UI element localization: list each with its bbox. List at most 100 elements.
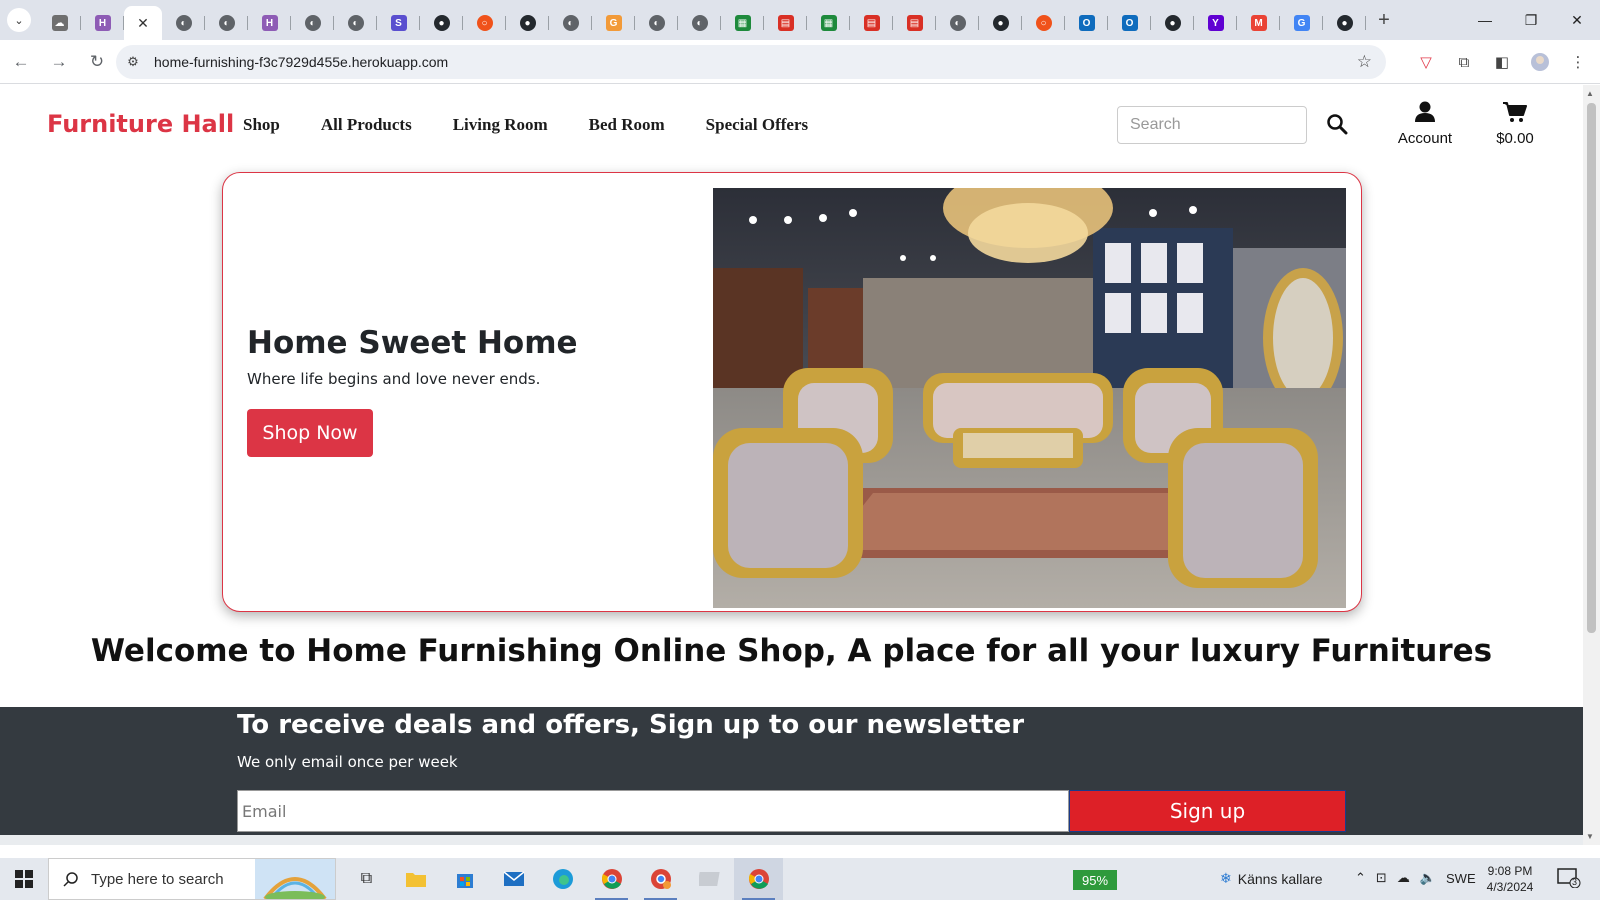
outlook-favicon: O: [1121, 15, 1138, 31]
scrollbar-thumb[interactable]: [1587, 103, 1596, 633]
globe-favicon: ◐: [304, 15, 321, 31]
chevron-up-icon[interactable]: ⌃: [1355, 870, 1366, 886]
browser-tab[interactable]: ◐: [334, 6, 377, 40]
browser-tab[interactable]: S: [377, 6, 420, 40]
side-panel-icon[interactable]: ◧: [1490, 50, 1514, 74]
tab-search-button[interactable]: ⌄: [0, 0, 38, 40]
browser-tab[interactable]: ◐: [291, 6, 334, 40]
github-favicon: ●: [433, 15, 450, 31]
edge-button[interactable]: [538, 858, 587, 900]
mail-button[interactable]: [489, 858, 538, 900]
start-button[interactable]: [0, 858, 48, 900]
taskbar-search-box[interactable]: Type here to search: [48, 858, 336, 900]
profile-avatar-icon[interactable]: [1528, 50, 1552, 74]
browser-tab[interactable]: ◐: [162, 6, 205, 40]
browser-tab[interactable]: ☁: [38, 6, 81, 40]
hero-title: Home Sweet Home: [247, 325, 578, 361]
store-button[interactable]: [440, 858, 489, 900]
shop-now-button[interactable]: Shop Now: [247, 409, 373, 457]
browser-tab[interactable]: ▤: [893, 6, 936, 40]
scroll-up-icon[interactable]: ▲: [1586, 89, 1594, 98]
browser-tab[interactable]: H: [81, 6, 124, 40]
language-indicator[interactable]: SWE: [1446, 871, 1476, 886]
browser-tab[interactable]: M: [1237, 6, 1280, 40]
cloud-favicon: ☁: [51, 15, 68, 31]
restore-icon[interactable]: ❐: [1508, 0, 1554, 40]
bookmark-star-icon[interactable]: ☆: [1357, 52, 1372, 72]
browser-tab[interactable]: ○: [463, 6, 506, 40]
browser-tab[interactable]: ◐: [205, 6, 248, 40]
chrome-active-button[interactable]: [734, 858, 783, 900]
browser-tab-active[interactable]: ✕: [124, 6, 162, 40]
browser-tab[interactable]: O: [1065, 6, 1108, 40]
browser-tab[interactable]: ◐: [635, 6, 678, 40]
browser-tab[interactable]: ●: [1323, 6, 1366, 40]
clock-time: 9:08 PM: [1487, 864, 1533, 878]
nav-link-shop[interactable]: Shop: [243, 115, 280, 135]
scroll-down-icon[interactable]: ▼: [1586, 832, 1594, 841]
nav-link-special-offers[interactable]: Special Offers: [706, 115, 808, 135]
battery-indicator[interactable]: 95%: [1073, 870, 1117, 890]
google-favicon: G: [1293, 15, 1310, 31]
nav-link-living-room[interactable]: Living Room: [453, 115, 548, 135]
brand-logo[interactable]: Furniture Hall: [47, 110, 234, 138]
chrome-profile-button[interactable]: [636, 858, 685, 900]
search-button[interactable]: [1326, 113, 1350, 137]
url-text[interactable]: home-furnishing-f3c7929d455e.herokuapp.c…: [154, 54, 448, 70]
pinned-app-button[interactable]: [685, 858, 734, 900]
page-scrollbar[interactable]: ▲ ▼: [1583, 85, 1600, 845]
browser-tab[interactable]: ◐: [936, 6, 979, 40]
nav-link-bed-room[interactable]: Bed Room: [589, 115, 665, 135]
forward-button[interactable]: →: [42, 45, 76, 79]
browser-tab-strip: ⌄ ☁ H ✕ ◐ ◐ H ◐ ◐ S ● ○ ● ◐ G ◐ ◐ ▦ ▤ ▦ ▤ ▤ ◐ ● ○ O O ● Y M G ● + — ❐ …: [0, 0, 1600, 40]
clock-date: 4/3/2024: [1486, 880, 1534, 894]
back-button[interactable]: ←: [4, 45, 38, 79]
chrome-button[interactable]: [587, 858, 636, 900]
browser-tab[interactable]: G: [1280, 6, 1323, 40]
volume-icon[interactable]: 🔈: [1420, 870, 1436, 886]
file-explorer-button[interactable]: [391, 858, 440, 900]
taskbar-clock[interactable]: 9:08 PM 4/3/2024: [1478, 863, 1542, 895]
browser-tab[interactable]: ●: [420, 6, 463, 40]
nav-link-all-products[interactable]: All Products: [321, 115, 412, 135]
account-link[interactable]: Account: [1390, 101, 1460, 147]
browser-tab[interactable]: O: [1108, 6, 1151, 40]
close-tab-icon[interactable]: ✕: [137, 15, 149, 32]
browser-tab[interactable]: ●: [506, 6, 549, 40]
network-icon[interactable]: ⊡: [1376, 870, 1387, 886]
browser-tab[interactable]: ▦: [807, 6, 850, 40]
browser-tab[interactable]: ◐: [678, 6, 721, 40]
gmail-favicon: M: [1250, 15, 1267, 31]
more-menu-icon[interactable]: ⋮: [1566, 50, 1590, 74]
browser-tab[interactable]: ▤: [764, 6, 807, 40]
browser-tab[interactable]: ◐: [549, 6, 592, 40]
close-window-icon[interactable]: ✕: [1554, 0, 1600, 40]
search-input[interactable]: [1117, 106, 1307, 144]
browser-tab[interactable]: ○: [1022, 6, 1065, 40]
browser-tab[interactable]: ●: [979, 6, 1022, 40]
notification-center-button[interactable]: 3: [1557, 868, 1581, 890]
globe-favicon: ◐: [218, 15, 235, 31]
new-tab-button[interactable]: +: [1366, 9, 1402, 32]
extension-pocket-icon[interactable]: ▽: [1414, 50, 1438, 74]
browser-tab[interactable]: H: [248, 6, 291, 40]
address-bar[interactable]: ⚙ home-furnishing-f3c7929d455e.herokuapp…: [116, 45, 1386, 79]
cloud-icon[interactable]: ☁: [1397, 870, 1410, 886]
arrow-left-icon: ←: [12, 51, 30, 71]
browser-tab[interactable]: ▤: [850, 6, 893, 40]
weather-widget[interactable]: ❄ Känns kallare: [1220, 870, 1323, 887]
browser-tab[interactable]: ●: [1151, 6, 1194, 40]
task-view-button[interactable]: ⧉: [342, 858, 391, 900]
reload-button[interactable]: ↻: [80, 45, 114, 79]
taskbar-search-placeholder: Type here to search: [91, 870, 224, 888]
minimize-icon[interactable]: —: [1462, 0, 1508, 40]
newsletter-email-input[interactable]: [237, 790, 1069, 832]
extensions-puzzle-icon[interactable]: ⧉: [1452, 50, 1476, 74]
browser-tab[interactable]: G: [592, 6, 635, 40]
folder-icon: [405, 873, 426, 887]
browser-tab[interactable]: Y: [1194, 6, 1237, 40]
cart-link[interactable]: $0.00: [1490, 101, 1540, 147]
signup-button[interactable]: Sign up: [1069, 790, 1346, 832]
site-info-icon[interactable]: ⚙: [116, 54, 150, 70]
browser-tab[interactable]: ▦: [721, 6, 764, 40]
